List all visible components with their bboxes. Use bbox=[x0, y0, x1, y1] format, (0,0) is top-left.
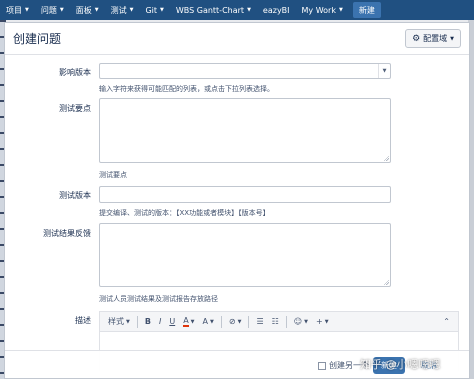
chevron-down-icon: ▼ bbox=[59, 7, 64, 13]
nav-eazybi[interactable]: eazyBI bbox=[257, 0, 296, 20]
bold-button[interactable]: B bbox=[141, 314, 155, 330]
text-style-label: 样式 bbox=[108, 317, 124, 326]
more-formatting-button[interactable]: A ▼ bbox=[199, 314, 218, 330]
description-label: 描述 bbox=[75, 316, 91, 325]
nav-create-button[interactable]: 新建 bbox=[352, 2, 381, 18]
text-color-button[interactable]: A ▼ bbox=[179, 314, 198, 330]
bullet-list-button[interactable]: ☰ bbox=[252, 314, 267, 330]
nav-git-label: Git bbox=[145, 5, 157, 15]
dialog-header: 创建问题 ⚙ 配置域 ▼ bbox=[5, 23, 469, 55]
test-version-hint: 提交编译、测试的版本：【XX功能或者模块】【版本号】 bbox=[99, 209, 270, 217]
italic-button[interactable]: I bbox=[155, 314, 165, 330]
link-button[interactable]: ⊘ ▼ bbox=[225, 314, 246, 330]
underline-button[interactable]: U bbox=[165, 314, 179, 330]
create-issue-dialog: 创建问题 ⚙ 配置域 ▼ 影响版本 ▼ 输入字符来获得可能匹配的列表，或点击下拉… bbox=[4, 22, 470, 379]
toolbar-divider bbox=[220, 315, 222, 328]
affects-version-hint: 输入字符来获得可能匹配的列表，或点击下拉列表选择。 bbox=[99, 85, 274, 93]
test-feedback-hint: 测试人员测试结果及测试报告存放路径 bbox=[99, 295, 218, 303]
emoji-button[interactable]: ☺ ▼ bbox=[290, 314, 312, 330]
chevron-down-icon: ▼ bbox=[126, 318, 130, 325]
nav-issues-label: 问题 bbox=[40, 5, 57, 15]
chevron-down-icon: ▼ bbox=[338, 7, 343, 13]
chevron-down-icon[interactable]: ▼ bbox=[378, 64, 390, 78]
test-feedback-label: 测试结果反馈 bbox=[43, 229, 91, 238]
configure-fields-label: 配置域 bbox=[423, 34, 448, 43]
chevron-down-icon: ▼ bbox=[25, 7, 29, 13]
affects-version-label: 影响版本 bbox=[59, 68, 91, 77]
affects-version-select[interactable]: ▼ bbox=[99, 63, 391, 79]
toolbar-divider bbox=[285, 315, 287, 328]
chevron-down-icon: ▼ bbox=[190, 318, 195, 325]
chevron-down-icon: ▼ bbox=[129, 7, 134, 13]
nav-eazybi-label: eazyBI bbox=[262, 5, 290, 15]
toolbar-divider bbox=[248, 315, 250, 328]
resize-handle-icon[interactable] bbox=[383, 279, 389, 285]
chevron-down-icon: ▼ bbox=[304, 318, 308, 325]
editor-toolbar: 样式 ▼ B I U A ▼ A ▼ ⊘ ▼ ☰ ☷ ☺ ▼ + ▼ ⌃ bbox=[100, 312, 458, 332]
test-points-hint: 测试要点 bbox=[99, 171, 127, 179]
gear-icon: ⚙ bbox=[412, 33, 421, 44]
nav-boards[interactable]: 面板 ▼ bbox=[70, 0, 105, 20]
toolbar-divider bbox=[136, 315, 138, 328]
test-version-label: 测试版本 bbox=[59, 191, 91, 200]
nav-boards-label: 面板 bbox=[75, 5, 92, 15]
test-points-textarea[interactable] bbox=[99, 98, 391, 163]
chevron-down-icon: ▼ bbox=[247, 7, 251, 13]
test-version-input[interactable] bbox=[99, 186, 391, 203]
top-navigation-bar: 项目 ▼ 问题 ▼ 面板 ▼ 测试 ▼ Git ▼ WBS Gantt-Chart ▼ ea… bbox=[0, 0, 474, 20]
nav-my-work-label: My Work bbox=[301, 5, 336, 15]
nav-projects[interactable]: 项目 ▼ bbox=[0, 0, 35, 20]
chevron-down-icon: ▼ bbox=[237, 318, 242, 325]
nav-git[interactable]: Git ▼ bbox=[139, 0, 169, 20]
text-style-dropdown[interactable]: 样式 ▼ bbox=[104, 314, 134, 330]
test-points-label: 测试要点 bbox=[59, 104, 91, 113]
chevron-down-icon: ▼ bbox=[94, 7, 99, 13]
plus-icon: + bbox=[315, 317, 323, 326]
nav-wbs-gantt[interactable]: WBS Gantt-Chart ▼ bbox=[170, 0, 257, 20]
nav-test-label: 测试 bbox=[110, 5, 127, 15]
emoji-icon: ☺ bbox=[293, 317, 303, 326]
watermark-text: 知乎 @小嗯嗯嗯 bbox=[360, 358, 441, 371]
nav-issues[interactable]: 问题 ▼ bbox=[35, 0, 70, 20]
nav-test[interactable]: 测试 ▼ bbox=[105, 0, 140, 20]
nav-wbs-gantt-label: WBS Gantt-Chart bbox=[175, 5, 245, 15]
numbered-list-icon: ☷ bbox=[271, 317, 279, 326]
chevron-down-icon: ▼ bbox=[210, 318, 214, 325]
nav-my-work[interactable]: My Work ▼ bbox=[296, 0, 349, 20]
test-feedback-textarea[interactable] bbox=[99, 223, 391, 287]
nav-projects-label: 项目 bbox=[6, 5, 22, 15]
configure-fields-button[interactable]: ⚙ 配置域 ▼ bbox=[405, 29, 461, 48]
more-formatting-icon: A bbox=[202, 317, 209, 326]
text-color-icon: A bbox=[183, 316, 189, 327]
link-icon: ⊘ bbox=[228, 317, 236, 326]
checkbox-icon[interactable] bbox=[318, 361, 326, 370]
numbered-list-button[interactable]: ☷ bbox=[268, 314, 283, 330]
dialog-title: 创建问题 bbox=[13, 32, 62, 46]
double-chevron-up-icon: ⌃ bbox=[443, 317, 450, 326]
insert-button[interactable]: + ▼ bbox=[312, 314, 333, 330]
collapse-toolbar-button[interactable]: ⌃ bbox=[439, 314, 454, 330]
bullet-list-icon: ☰ bbox=[256, 317, 264, 326]
resize-handle-icon[interactable] bbox=[383, 155, 389, 161]
chevron-down-icon: ▼ bbox=[160, 7, 164, 13]
chevron-down-icon: ▼ bbox=[324, 318, 329, 325]
chevron-down-icon: ▼ bbox=[450, 35, 454, 42]
